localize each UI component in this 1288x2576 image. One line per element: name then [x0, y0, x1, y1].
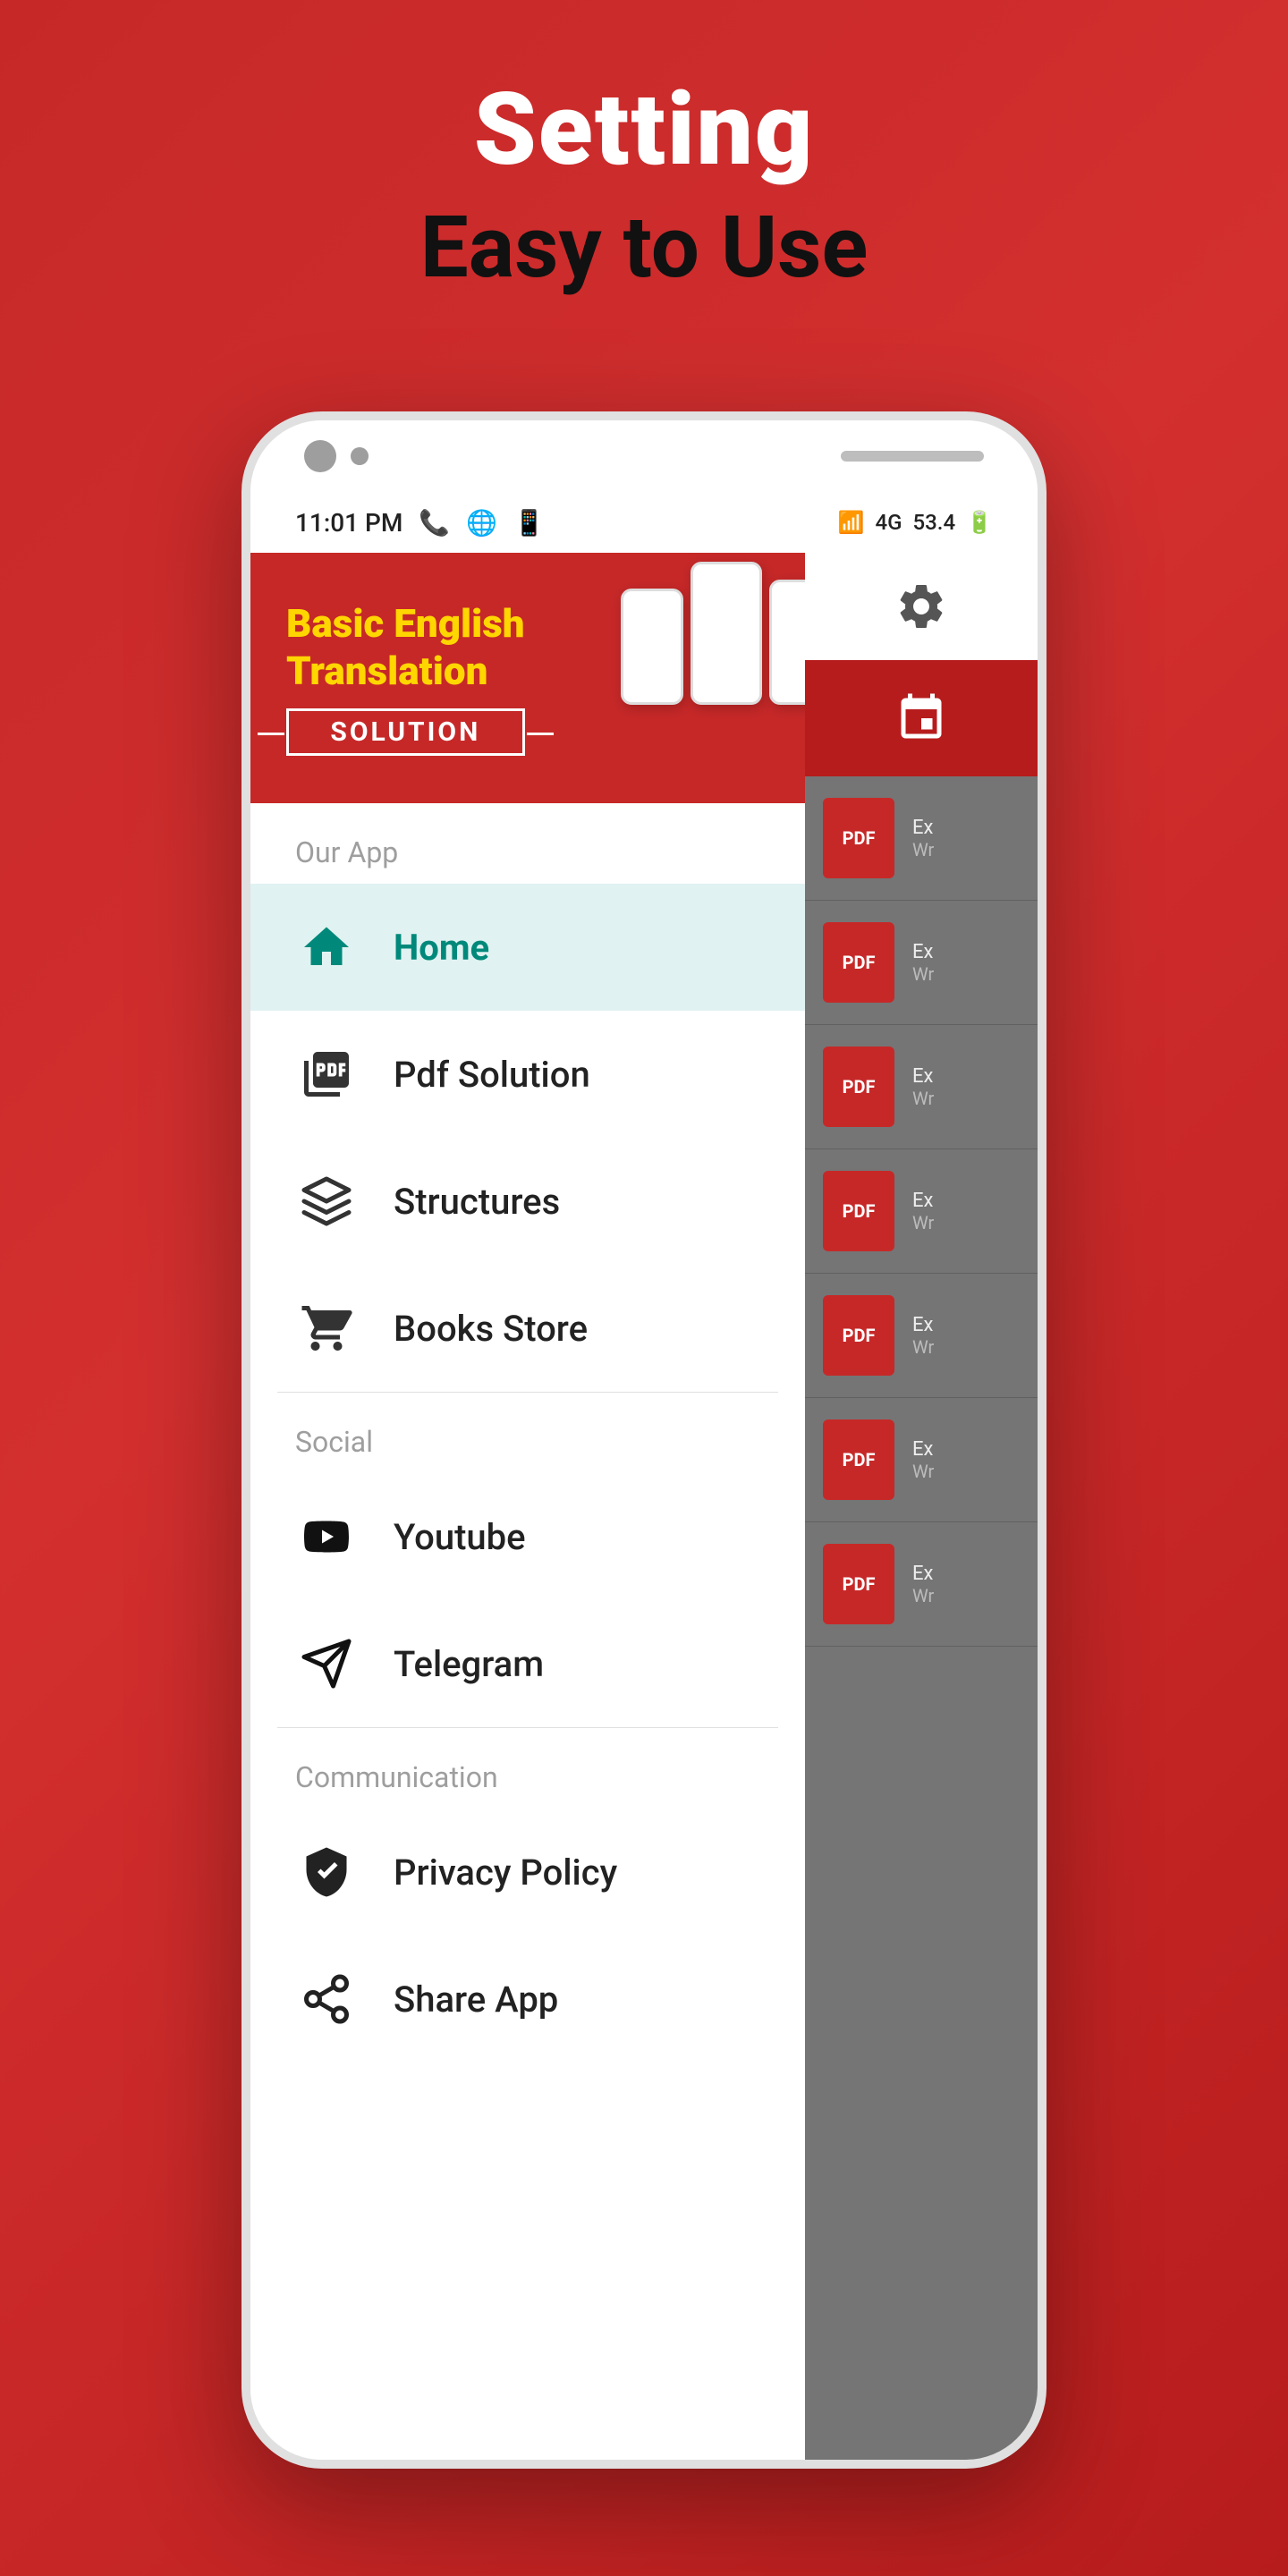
pdf-list-item[interactable]: PDF ExWr [805, 901, 1038, 1025]
pdf-list-item[interactable]: PDF ExWr [805, 1025, 1038, 1149]
menu-label-telegram: Telegram [394, 1643, 544, 1685]
drawer[interactable]: Basic English Translation SOLUTION Our A… [250, 553, 805, 2460]
section-our-app-label: Our App [250, 803, 805, 884]
menu-label-privacy: Privacy Policy [394, 1852, 617, 1894]
section-communication-label: Communication [250, 1728, 805, 1809]
pdf-list: PDF ExWr PDF ExWr PDF ExWr PDF ExWr PDF [805, 776, 1038, 1647]
pdf-badge: PDF [823, 922, 894, 1003]
globe-icon: 🌐 [466, 508, 497, 538]
signal-text: 4G [876, 510, 902, 535]
settings-icon[interactable] [886, 571, 957, 642]
app-banner: Basic English Translation SOLUTION [250, 553, 805, 803]
notch-bar [841, 451, 984, 462]
menu-item-telegram[interactable]: Telegram [250, 1600, 805, 1727]
pdf-badge: PDF [823, 1419, 894, 1500]
camera-area [304, 440, 369, 472]
camera-circle [304, 440, 336, 472]
status-left: 11:01 PM 📞 🌐 📱 [295, 508, 545, 538]
cart-icon [295, 1297, 358, 1360]
shield-icon [295, 1841, 358, 1903]
section-social-label: Social [250, 1393, 805, 1473]
menu-label-structures: Structures [394, 1181, 560, 1223]
menu-item-share[interactable]: Share App [250, 1936, 805, 2063]
pdf-list-item[interactable]: PDF ExWr [805, 1398, 1038, 1522]
mini-phone-1 [621, 589, 683, 705]
banner-solution: SOLUTION [286, 708, 525, 756]
call-icon: 📶 [838, 510, 865, 535]
menu-label-home: Home [394, 927, 489, 969]
pdf-badge: PDF [823, 1046, 894, 1127]
menu-label-youtube: Youtube [394, 1516, 526, 1558]
pdf-list-item[interactable]: PDF ExWr [805, 1522, 1038, 1647]
battery-text: 53.4 [913, 510, 956, 535]
pdf-list-item[interactable]: PDF ExWr [805, 1274, 1038, 1398]
mini-phone-2 [691, 562, 762, 705]
banner-text: Basic English Translation SOLUTION [286, 600, 525, 757]
phone-icon: 📞 [419, 508, 450, 538]
menu-item-youtube[interactable]: Youtube [250, 1473, 805, 1600]
menu-item-books[interactable]: Books Store [250, 1265, 805, 1392]
menu-item-home[interactable]: Home [250, 884, 805, 1011]
right-panel: PDF ExWr PDF ExWr PDF ExWr PDF ExWr PDF [805, 553, 1038, 2460]
status-time: 11:01 PM [295, 508, 402, 538]
menu-label-share: Share App [394, 1979, 558, 2021]
page-title: Setting [0, 72, 1288, 189]
youtube-icon [295, 1505, 358, 1568]
red-action-button[interactable] [805, 660, 1038, 776]
share-icon [295, 1968, 358, 2030]
page-subtitle: Easy to Use [0, 198, 1288, 298]
battery-icon: 🔋 [966, 510, 993, 535]
banner-phones [621, 562, 805, 705]
pdf-list-item[interactable]: PDF ExWr [805, 776, 1038, 901]
header-section: Setting Easy to Use [0, 72, 1288, 298]
right-top-bar [805, 553, 1038, 660]
menu-label-pdf: Pdf Solution [394, 1054, 590, 1096]
menu-item-privacy[interactable]: Privacy Policy [250, 1809, 805, 1936]
menu-item-structures[interactable]: Structures [250, 1138, 805, 1265]
mini-phone-3 [769, 580, 805, 705]
telegram-icon [295, 1632, 358, 1695]
banner-title-line1: Basic English Translation [286, 600, 525, 695]
whatsapp-icon: 📱 [513, 508, 545, 538]
home-icon [295, 916, 358, 979]
pdf-icon [295, 1043, 358, 1106]
menu-label-books: Books Store [394, 1308, 588, 1350]
phone-top-bar [250, 420, 1038, 492]
phone-mockup: 11:01 PM 📞 🌐 📱 📶 4G 53.4 🔋 Basic English… [242, 411, 1046, 2469]
pdf-badge: PDF [823, 1295, 894, 1376]
app-content: Basic English Translation SOLUTION Our A… [250, 553, 1038, 2460]
pdf-list-item[interactable]: PDF ExWr [805, 1149, 1038, 1274]
speaker-dot [351, 447, 369, 465]
cube-icon [295, 1170, 358, 1233]
pdf-badge: PDF [823, 1171, 894, 1251]
status-bar: 11:01 PM 📞 🌐 📱 📶 4G 53.4 🔋 [250, 492, 1038, 553]
status-right: 📶 4G 53.4 🔋 [838, 510, 993, 535]
pdf-badge: PDF [823, 798, 894, 878]
pdf-badge: PDF [823, 1544, 894, 1624]
menu-item-pdf[interactable]: Pdf Solution [250, 1011, 805, 1138]
